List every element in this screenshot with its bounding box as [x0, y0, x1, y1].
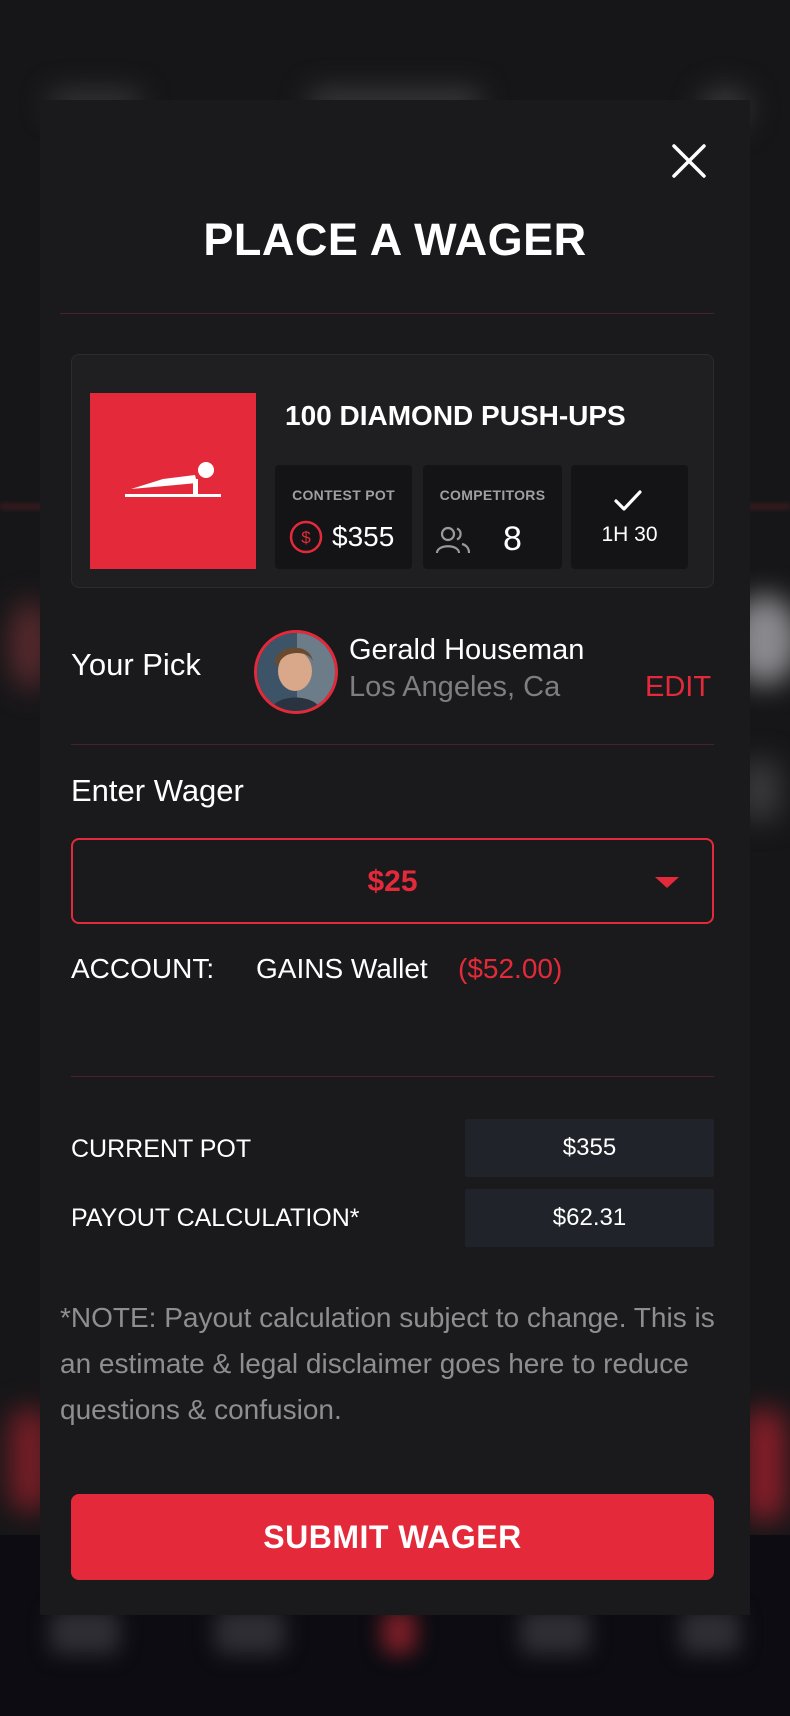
divider — [71, 744, 714, 745]
users-icon — [435, 526, 471, 553]
submit-wager-button[interactable]: SUBMIT WAGER — [71, 1494, 714, 1580]
contest-pot-value: $355 — [332, 521, 395, 552]
payout-value: $62.31 — [465, 1189, 714, 1247]
contest-title: 100 DIAMOND PUSH-UPS — [285, 400, 626, 431]
enter-wager-label: Enter Wager — [71, 773, 244, 808]
svg-text:$: $ — [301, 528, 311, 547]
background-blur — [215, 1610, 285, 1654]
disclaimer-note: *NOTE: Payout calculation subject to cha… — [60, 1302, 715, 1425]
time-stat: 1H 30 — [571, 465, 688, 569]
payout-label: PAYOUT CALCULATION* — [71, 1204, 360, 1232]
account-balance: ($52.00) — [458, 953, 563, 984]
time-value: 1H 30 — [601, 523, 658, 546]
contest-pot-label: CONTEST POT — [292, 487, 395, 503]
avatar-photo — [257, 633, 335, 711]
current-pot-value: $355 — [465, 1119, 714, 1177]
background-blur — [50, 1610, 120, 1654]
background-blur — [745, 1410, 785, 1520]
background-blur — [382, 1610, 416, 1654]
competitors-stat: COMPETITORS 8 — [423, 465, 562, 569]
background-blur — [520, 1610, 590, 1654]
divider — [60, 313, 714, 314]
push-up-icon — [125, 462, 221, 497]
avatar — [254, 630, 338, 714]
competitors-label: COMPETITORS — [439, 487, 546, 503]
chevron-down-icon — [655, 877, 679, 888]
divider — [71, 1076, 714, 1077]
wager-amount-value: $25 — [367, 865, 418, 898]
current-pot-label: CURRENT POT — [71, 1135, 252, 1163]
close-button[interactable] — [668, 140, 710, 182]
competitors-value: 8 — [503, 520, 522, 558]
contest-pot-stat: CONTEST POT $ $355 — [275, 465, 412, 569]
contest-thumbnail — [90, 393, 256, 569]
close-icon — [672, 144, 706, 178]
account-name: GAINS Wallet — [256, 953, 428, 984]
dollar-coin-icon: $ — [289, 520, 323, 554]
edit-pick-link[interactable]: EDIT — [645, 671, 711, 704]
your-pick-label: Your Pick — [71, 647, 201, 682]
background-blur — [680, 1610, 740, 1654]
modal-title: PLACE A WAGER — [203, 214, 587, 265]
account-label: ACCOUNT: — [71, 953, 215, 984]
wager-amount-select[interactable]: $25 — [71, 838, 714, 924]
pick-location: Los Angeles, Ca — [349, 671, 561, 703]
pick-name: Gerald Houseman — [349, 634, 585, 666]
check-icon — [614, 490, 642, 511]
